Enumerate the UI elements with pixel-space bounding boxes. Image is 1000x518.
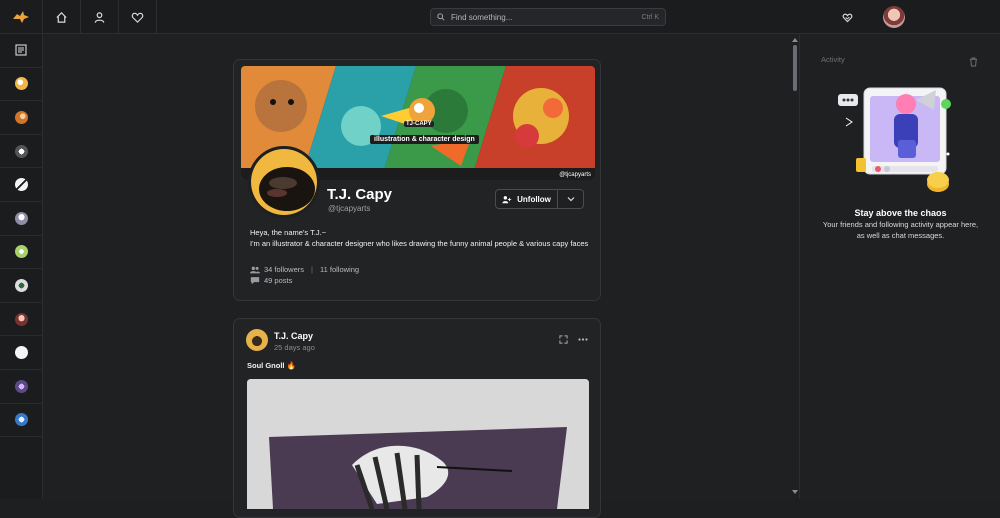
post-stats: 49 posts [250, 276, 292, 285]
post-text: Soul Gnoll 🔥 [247, 361, 296, 370]
favorites-button[interactable] [119, 0, 157, 34]
profile-name: T.J. Capy [327, 186, 393, 203]
post-artwork [247, 379, 589, 509]
home-icon [56, 11, 67, 23]
scroll-thumb[interactable] [793, 45, 797, 91]
banner-logo-text: TJ-CAPY [404, 121, 434, 127]
rail-item-community[interactable] [0, 101, 42, 135]
top-bar: Find something... Ctrl K [0, 0, 1000, 34]
scroll-up-icon[interactable] [791, 37, 799, 43]
user-follow-icon [502, 195, 512, 203]
expand-icon[interactable] [559, 335, 568, 344]
stats-divider: | [311, 265, 313, 274]
home-button[interactable] [43, 0, 81, 34]
more-options-icon[interactable] [578, 338, 588, 341]
community-icon [14, 144, 28, 158]
follow-stats: 34 followers | 11 following [250, 265, 359, 274]
search-shortcut: Ctrl K [641, 13, 660, 21]
users-icon [250, 266, 260, 273]
rail-item-community[interactable] [0, 202, 42, 236]
heart-icon [131, 12, 144, 23]
rail-item-community[interactable] [0, 404, 42, 438]
activity-heading: Stay above the chaos [854, 208, 947, 218]
search-icon [437, 13, 445, 21]
notification-heart-icon [842, 13, 852, 22]
community-icon [14, 110, 28, 124]
clear-activity-button[interactable] [969, 54, 978, 72]
chevron-down-icon [567, 197, 574, 202]
rail-item-community[interactable] [0, 168, 42, 202]
posts-count: 49 posts [264, 276, 293, 285]
rail-item-community[interactable] [0, 269, 42, 303]
unfollow-label: Unfollow [517, 194, 551, 204]
rail-item-feed[interactable] [0, 34, 42, 68]
rail-item-community[interactable] [0, 336, 42, 370]
search-bar[interactable]: Find something... Ctrl K [430, 8, 666, 26]
profile-avatar [248, 146, 320, 218]
post-card: T.J. Capy 25 days ago Soul Gnoll 🔥 [233, 318, 601, 518]
community-icon [14, 211, 28, 225]
main-scrollbar[interactable] [791, 34, 799, 499]
rail-item-community[interactable] [0, 236, 42, 270]
community-icon [14, 178, 28, 192]
post-author-avatar[interactable] [246, 329, 268, 351]
scroll-down-icon[interactable] [791, 489, 799, 495]
post-tools [559, 335, 588, 344]
activity-panel: Activity Stay above the chaos Your frien… [799, 34, 1000, 499]
rail-item-community[interactable] [0, 135, 42, 169]
profile-button[interactable] [81, 0, 119, 34]
bio-line: I'm an illustrator & character designer … [250, 238, 589, 248]
followers-count[interactable]: 34 followers [264, 265, 304, 274]
bio-line: Heya, the name's T.J.~ [250, 228, 327, 237]
profile-card: TJ-CAPY illustration & character design … [233, 59, 601, 301]
notifications-button[interactable] [840, 9, 854, 25]
main-feed: TJ-CAPY illustration & character design … [43, 34, 799, 518]
rail-item-community[interactable] [0, 370, 42, 404]
banner-handle: @tjcapyarts [559, 172, 591, 178]
activity-subtext: Your friends and following activity appe… [822, 220, 979, 240]
profile-bio: Heya, the name's T.J.~ I'm an illustrato… [250, 228, 590, 249]
community-icon [14, 77, 28, 91]
community-icon [14, 346, 28, 360]
trash-icon [969, 57, 978, 67]
community-icon [14, 312, 28, 326]
app-logo-icon[interactable] [0, 0, 43, 34]
profile-handle: @tjcapyarts [328, 204, 371, 213]
community-rail [0, 34, 43, 499]
following-count[interactable]: 11 following [320, 265, 359, 274]
community-icon [14, 413, 28, 427]
user-icon [94, 11, 105, 23]
banner-title: illustration & character design [370, 135, 479, 144]
feed-icon [15, 44, 27, 56]
user-avatar[interactable] [883, 6, 905, 28]
post-timestamp: 25 days ago [274, 343, 315, 352]
post-author-name[interactable]: T.J. Capy [274, 331, 313, 341]
activity-title: Activity [821, 55, 845, 64]
rail-item-community[interactable] [0, 68, 42, 102]
post-image[interactable] [247, 379, 589, 509]
community-icon [14, 379, 28, 393]
search-input[interactable]: Find something... [451, 13, 642, 22]
unfollow-button[interactable]: Unfollow [495, 189, 558, 209]
follow-options-button[interactable] [558, 189, 584, 209]
community-icon [14, 245, 28, 259]
rail-item-community[interactable] [0, 303, 42, 337]
activity-illustration [838, 80, 954, 200]
chat-bubble-icon [250, 277, 260, 285]
community-icon [14, 278, 28, 292]
